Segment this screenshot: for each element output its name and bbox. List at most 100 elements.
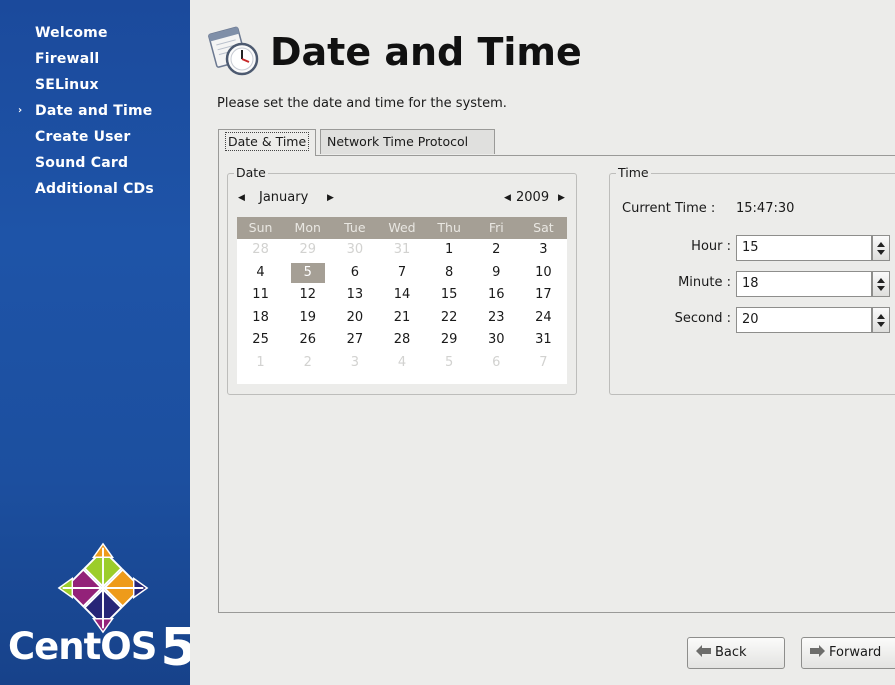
calendar-day-number: 6	[492, 354, 501, 370]
calendar-day-number: 4	[397, 354, 407, 370]
minute-spinner-arrows-icon[interactable]	[872, 271, 890, 297]
prev-year-icon[interactable]: ◀	[504, 188, 511, 208]
sidebar-item-sound-card[interactable]: Sound Card	[0, 150, 190, 176]
sidebar-item-welcome[interactable]: Welcome	[0, 20, 190, 46]
calendar-day[interactable]: 7	[520, 352, 567, 375]
current-time-value: 15:47:30	[736, 201, 795, 216]
calendar-weeks: 28 29 30 31 1 2 3 4 5 6 7 8 9 10 11 12 13 14 15 16 17 18 19 20 2…	[237, 239, 567, 374]
calendar-day-number: 13	[346, 287, 364, 302]
calendar-day[interactable]: 17	[520, 284, 567, 307]
calendar-day[interactable]: 8	[426, 262, 473, 285]
calendar-day[interactable]: 21	[378, 307, 425, 330]
second-spinner-arrows-icon[interactable]	[872, 307, 890, 333]
sidebar-nav: Welcome Firewall SELinux › Date and Time…	[0, 20, 190, 202]
calendar-day[interactable]: 24	[520, 307, 567, 330]
page-title: Date and Time	[270, 30, 582, 74]
calendar-day-number: 24	[535, 309, 552, 325]
calendar-day[interactable]: 2	[473, 239, 520, 262]
calendar-day-selected[interactable]: 5	[284, 262, 331, 285]
calendar-week-row: 18 19 20 21 22 23 24	[237, 307, 567, 330]
calendar-day[interactable]: 2	[284, 352, 331, 375]
calendar-day[interactable]: 6	[331, 262, 378, 285]
main-panel: Date and Time Please set the date and ti…	[190, 0, 895, 685]
calendar-day[interactable]: 31	[378, 239, 425, 262]
calendar-day[interactable]: 10	[520, 262, 567, 285]
sidebar-item-additional-cds[interactable]: Additional CDs	[0, 176, 190, 202]
minute-spinbox[interactable]: 18	[736, 271, 872, 297]
second-spinbox[interactable]: 20	[736, 307, 872, 333]
next-year-icon[interactable]: ▶	[558, 188, 565, 208]
tab-panel: Date ◀ January ▶ ◀ 2009 ▶ Sun Mon Tue Wed Th…	[218, 155, 895, 613]
calendar-day[interactable]: 14	[378, 284, 425, 307]
calendar-day[interactable]: 18	[237, 307, 284, 330]
calendar-day[interactable]: 12	[284, 284, 331, 307]
calendar-day[interactable]: 4	[378, 352, 425, 375]
calendar-day-number: 29	[440, 332, 458, 347]
hour-spinner-arrows-icon[interactable]	[872, 235, 890, 261]
calendar-day[interactable]: 23	[473, 307, 520, 330]
prev-month-icon[interactable]: ◀	[238, 188, 245, 208]
calendar-week-row: 4 5 6 7 8 9 10	[237, 262, 567, 285]
sidebar-item-firewall[interactable]: Firewall	[0, 46, 190, 72]
calendar-day-number: 3	[350, 354, 359, 370]
sidebar-item-create-user[interactable]: Create User	[0, 124, 190, 150]
calendar-day[interactable]: 28	[378, 329, 425, 352]
calendar-day-number: 31	[393, 242, 411, 257]
calendar-day[interactable]: 3	[520, 239, 567, 262]
year-label: 2009	[516, 190, 550, 205]
active-marker-icon: ›	[18, 105, 23, 116]
back-arrow-icon	[696, 645, 711, 657]
calendar-day[interactable]: 9	[473, 262, 520, 285]
calendar-day[interactable]: 26	[284, 329, 331, 352]
calendar-day-number: 8	[444, 264, 454, 280]
calendar-day-number: 5	[444, 354, 454, 370]
sidebar-item-selinux[interactable]: SELinux	[0, 72, 190, 98]
calendar-day-number: 1	[444, 242, 454, 257]
calendar-day[interactable]: 22	[426, 307, 473, 330]
time-frame-label: Time	[616, 165, 651, 181]
tab-date-and-time[interactable]: Date & Time	[218, 129, 317, 156]
calendar-day[interactable]: 4	[237, 262, 284, 285]
month-label: January	[259, 190, 309, 205]
calendar-day[interactable]: 27	[331, 329, 378, 352]
forward-button-label: Forward	[829, 645, 882, 660]
calendar-day[interactable]: 29	[426, 329, 473, 352]
calendar-day-number: 31	[535, 332, 552, 347]
weekday-label: Tue	[344, 220, 366, 235]
calendar-day-number: 4	[256, 264, 265, 280]
date-frame-label: Date	[234, 165, 268, 181]
calendar-day[interactable]: 6	[473, 352, 520, 375]
sidebar-item-date-and-time[interactable]: › Date and Time	[0, 98, 190, 124]
forward-arrow-icon	[810, 645, 825, 657]
calendar-day[interactable]: 16	[473, 284, 520, 307]
clock-calendar-icon	[208, 26, 259, 76]
next-month-icon[interactable]: ▶	[327, 188, 334, 208]
calendar-day-number: 23	[488, 309, 505, 325]
calendar-day[interactable]: 28	[237, 239, 284, 262]
back-button[interactable]: Back	[687, 637, 785, 669]
calendar-day[interactable]: 1	[237, 352, 284, 375]
calendar-day[interactable]: 25	[237, 329, 284, 352]
calendar-day[interactable]: 13	[331, 284, 378, 307]
calendar-day[interactable]: 5	[426, 352, 473, 375]
calendar-day[interactable]: 19	[284, 307, 331, 330]
hour-spinbox[interactable]: 15	[736, 235, 872, 261]
calendar-week-row: 1 2 3 4 5 6 7	[237, 352, 567, 375]
calendar-day-number: 29	[299, 242, 316, 257]
calendar-day[interactable]: 3	[331, 352, 378, 375]
calendar-day[interactable]: 20	[331, 307, 378, 330]
forward-button[interactable]: Forward	[801, 637, 895, 669]
calendar-day-number: 5	[290, 262, 325, 283]
calendar-day[interactable]: 1	[426, 239, 473, 262]
calendar-day[interactable]: 15	[426, 284, 473, 307]
tab-network-time-protocol[interactable]: Network Time Protocol	[320, 129, 495, 154]
calendar-day[interactable]: 11	[237, 284, 284, 307]
calendar-day[interactable]: 7	[378, 262, 425, 285]
calendar-day[interactable]: 30	[473, 329, 520, 352]
calendar-day[interactable]: 31	[520, 329, 567, 352]
weekday-label: Fri	[488, 220, 504, 235]
calendar-day-number: 3	[539, 242, 548, 257]
calendar-grid: Sun Mon Tue Wed Thu Fri Sat 28 29 30 31 1 2 3 4 5 6 7 8 9 1…	[237, 217, 567, 384]
calendar-day[interactable]: 30	[331, 239, 378, 262]
calendar-day[interactable]: 29	[284, 239, 331, 262]
